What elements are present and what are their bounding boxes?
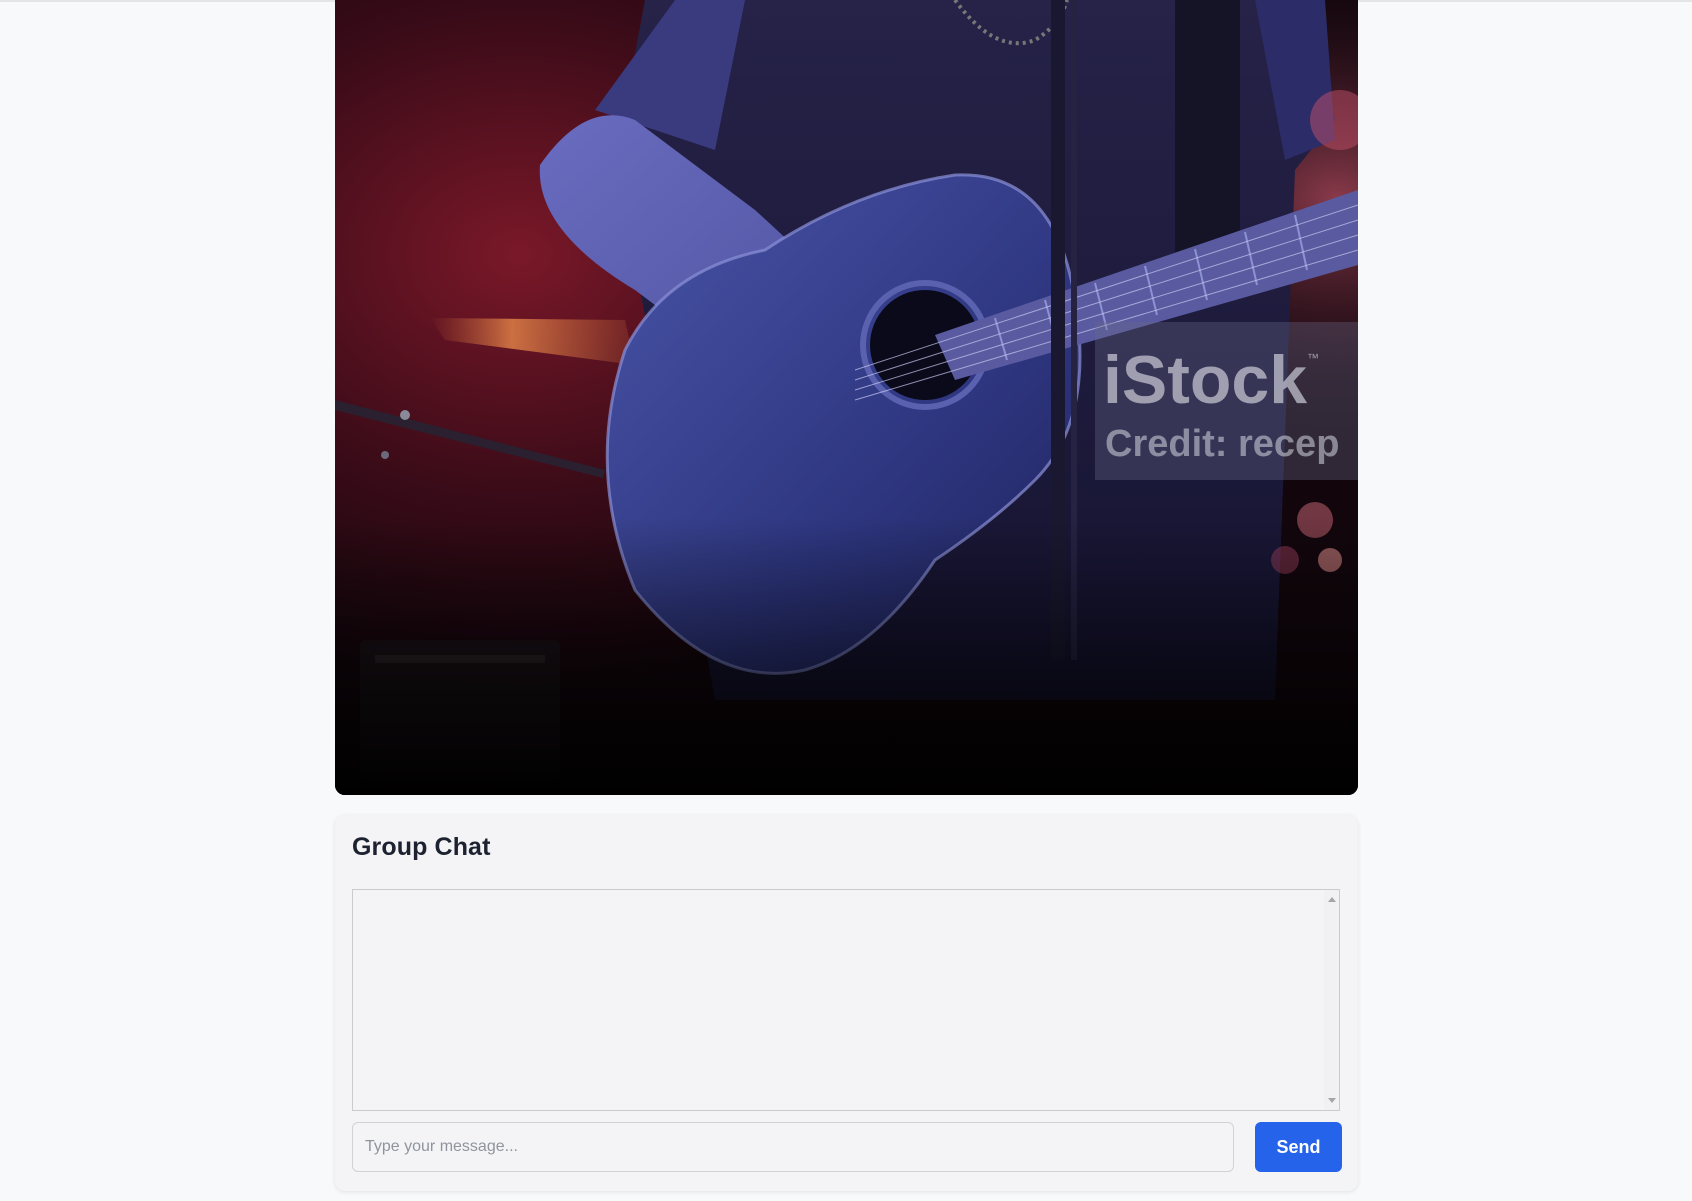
guitarist-photo: iStock ™ Credit: recep (335, 0, 1358, 795)
send-button[interactable]: Send (1255, 1122, 1342, 1172)
scroll-down-arrow-icon[interactable] (1328, 1098, 1336, 1103)
group-chat-panel: Group Chat Send (335, 815, 1358, 1191)
chat-title: Group Chat (352, 833, 491, 861)
chat-messages-area[interactable] (352, 889, 1340, 1111)
chat-scrollbar[interactable] (1324, 890, 1339, 1110)
watermark-trademark: ™ (1307, 351, 1319, 365)
stream-image: iStock ™ Credit: recep (335, 0, 1358, 795)
watermark-brand: iStock (1103, 342, 1307, 418)
message-input[interactable] (352, 1122, 1234, 1172)
scroll-up-arrow-icon[interactable] (1328, 897, 1336, 902)
watermark-credit: Credit: recep (1105, 423, 1339, 465)
